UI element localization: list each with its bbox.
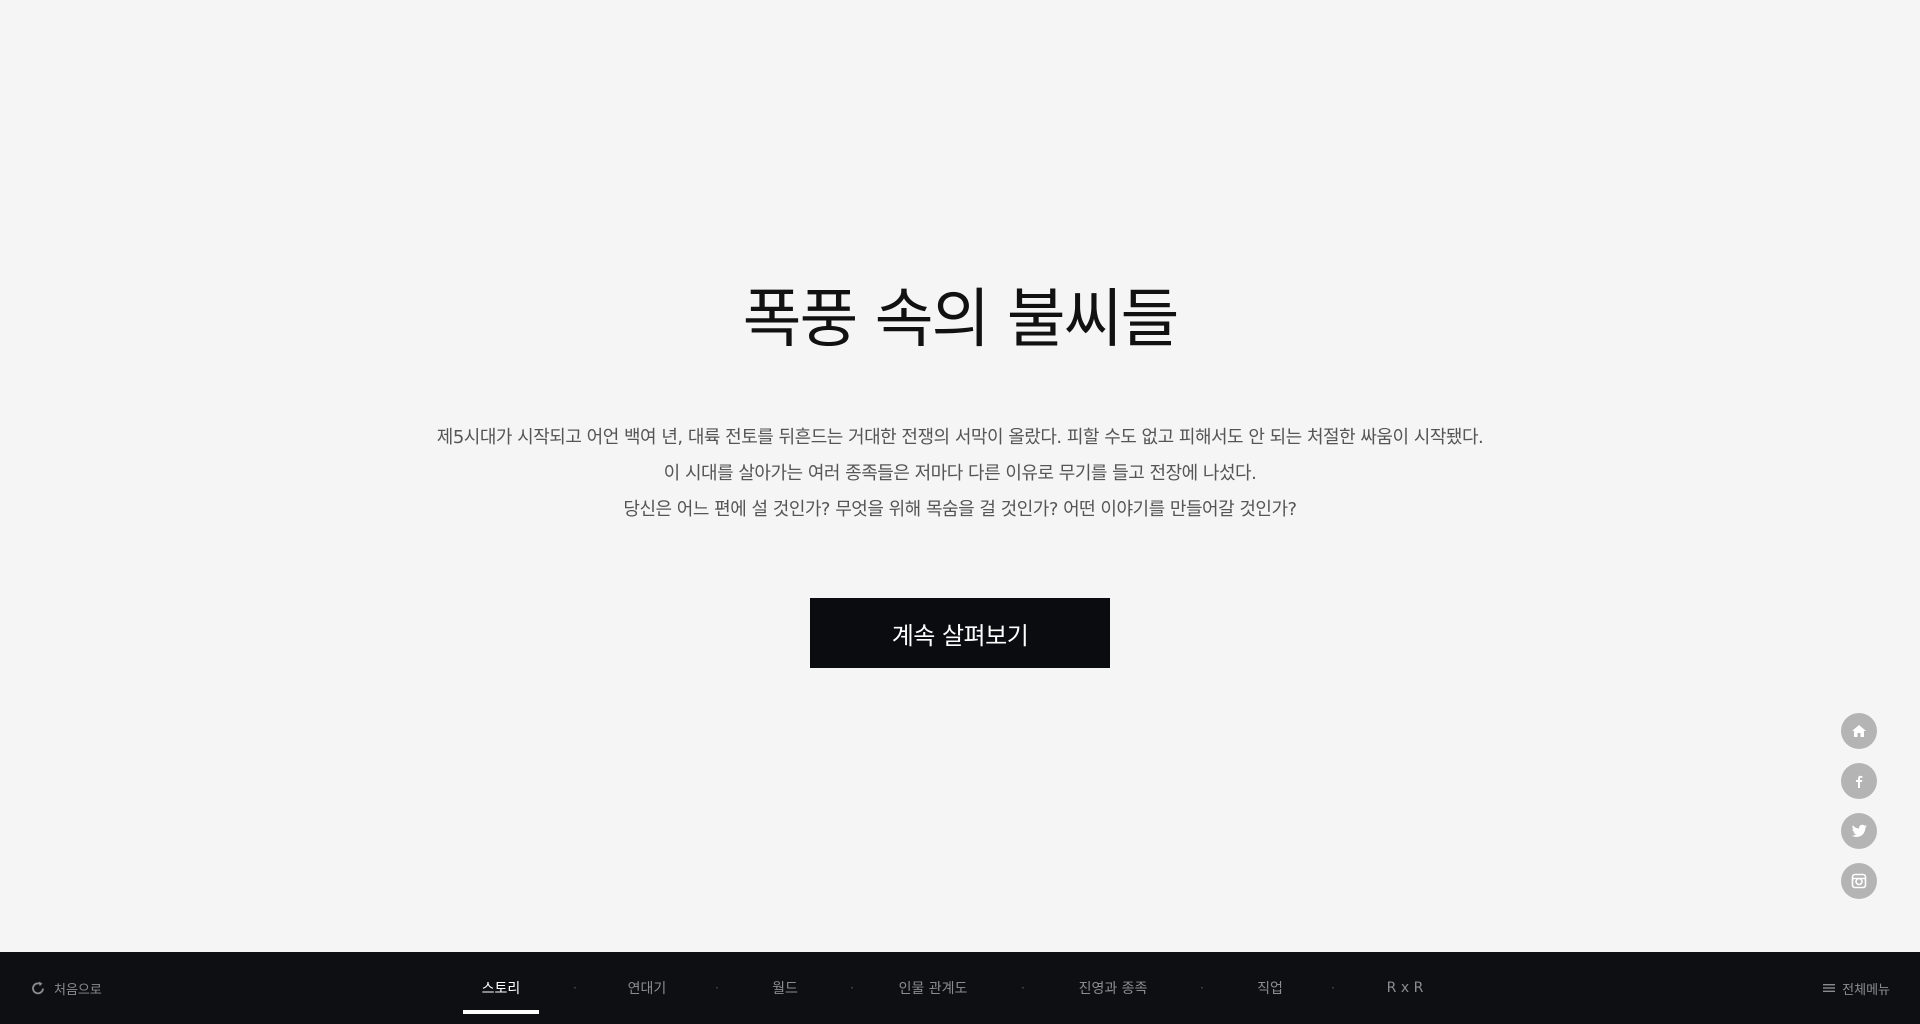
nav-separator: · [573,981,577,995]
nav-separator: · [715,981,719,995]
page-title: 폭풍 속의 불씨들 [742,283,1180,357]
social-links [1841,713,1877,899]
restart-label: 처음으로 [54,982,102,998]
nav-item-label: R x R [1386,980,1424,996]
nav-item-world[interactable]: 월드 [751,952,819,1024]
home-button[interactable] [1841,713,1877,749]
nav-item-character-map[interactable]: 인물 관계도 [885,952,981,1024]
facebook-button[interactable] [1841,763,1877,799]
description-line: 당신은 어느 편에 설 것인가? 무엇을 위해 목숨을 걸 것인가? 어떤 이야… [623,499,1297,520]
twitter-icon [1851,824,1867,837]
nav-separator: · [1200,981,1204,995]
hero-section: 폭풍 속의 불씨들 제5시대가 시작되고 어언 백여 년, 대륙 전토를 뒤흔드… [0,0,1920,952]
nav-separator: · [850,981,854,995]
bottom-navigation-bar: 처음으로 스토리 · 연대기 · 월드 · 인물 관계도 · 진영과 종족 · [0,952,1920,1024]
instagram-icon [1851,873,1867,889]
menu-icon [1823,984,1836,992]
nav-item-chronicle[interactable]: 연대기 [611,952,683,1024]
restart-button[interactable]: 처음으로 [30,952,102,1024]
nav-item-factions-races[interactable]: 진영과 종족 [1065,952,1161,1024]
nav-item-story[interactable]: 스토리 [463,952,539,1024]
story-nav: 스토리 · 연대기 · 월드 · 인물 관계도 · 진영과 종족 · 직업 · … [463,952,1441,1024]
nav-item-label: 진영과 종족 [1078,981,1148,997]
nav-item-label: 직업 [1257,981,1283,997]
home-icon [1852,725,1866,737]
page: 폭풍 속의 불씨들 제5시대가 시작되고 어언 백여 년, 대륙 전토를 뒤흔드… [0,0,1920,1024]
facebook-icon [1856,775,1863,788]
description-line: 제5시대가 시작되고 어언 백여 년, 대륙 전토를 뒤흔드는 거대한 전쟁의 … [436,427,1484,448]
story-description: 제5시대가 시작되고 어언 백여 년, 대륙 전토를 뒤흔드는 거대한 전쟁의 … [0,420,1920,528]
description-line: 이 시대를 살아가는 여러 종족들은 저마다 다른 이유로 무기를 들고 전장에… [663,463,1257,484]
twitter-button[interactable] [1841,813,1877,849]
full-menu-button[interactable]: 전체메뉴 [1823,952,1890,1024]
continue-button[interactable]: 계속 살펴보기 [810,598,1110,668]
nav-separator: · [1021,981,1025,995]
nav-item-label: 월드 [772,981,798,997]
nav-item-rxr[interactable]: R x R [1369,952,1441,1024]
nav-item-label: 인물 관계도 [898,981,968,997]
nav-item-label: 스토리 [481,981,521,997]
active-indicator [463,1010,539,1014]
nav-separator: · [1331,981,1335,995]
full-menu-label: 전체메뉴 [1842,982,1890,998]
refresh-icon [32,981,44,995]
instagram-button[interactable] [1841,863,1877,899]
nav-item-label: 연대기 [627,981,667,997]
nav-item-classes[interactable]: 직업 [1243,952,1297,1024]
